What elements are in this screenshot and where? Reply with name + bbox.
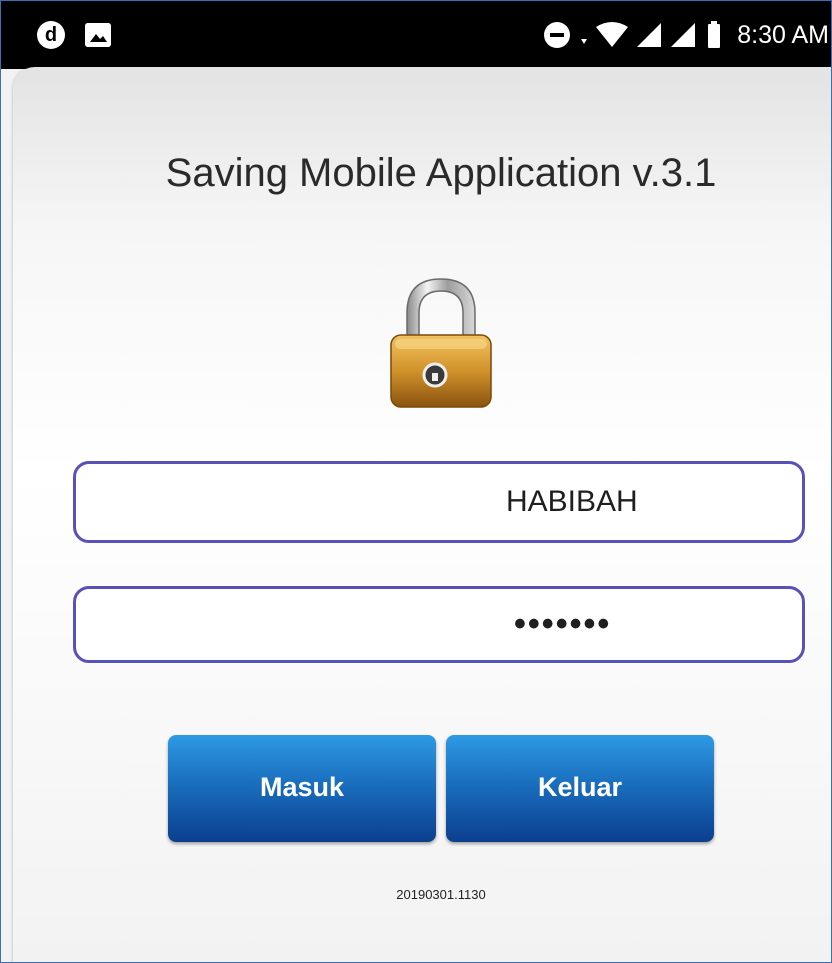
dnd-icon [544,22,571,48]
image-icon [85,23,111,47]
keluar-button[interactable]: Keluar [446,735,714,842]
signal-icon [637,23,662,47]
status-bar: d 8:30 AM [1,1,831,69]
username-field[interactable] [73,461,805,543]
app-title: Saving Mobile Application v.3.1 [165,151,717,195]
status-time: 8:30 AM [737,20,829,49]
status-icons: 8:30 AM [543,15,829,55]
app-window: d 8:30 AM Saving Mobile Application v.3.… [0,0,832,963]
password-input[interactable] [76,589,802,660]
battery-icon [708,21,721,48]
d-app-icon: d [37,21,65,49]
version-label: 20190301.1130 [396,887,486,902]
padlock-icon [385,273,497,413]
wifi-icon [596,22,629,47]
password-field[interactable] [73,586,805,663]
signal-icon-2 [671,23,696,47]
username-input[interactable] [76,464,802,540]
data-arrows-icon [581,39,588,44]
masuk-button[interactable]: Masuk [168,735,436,842]
